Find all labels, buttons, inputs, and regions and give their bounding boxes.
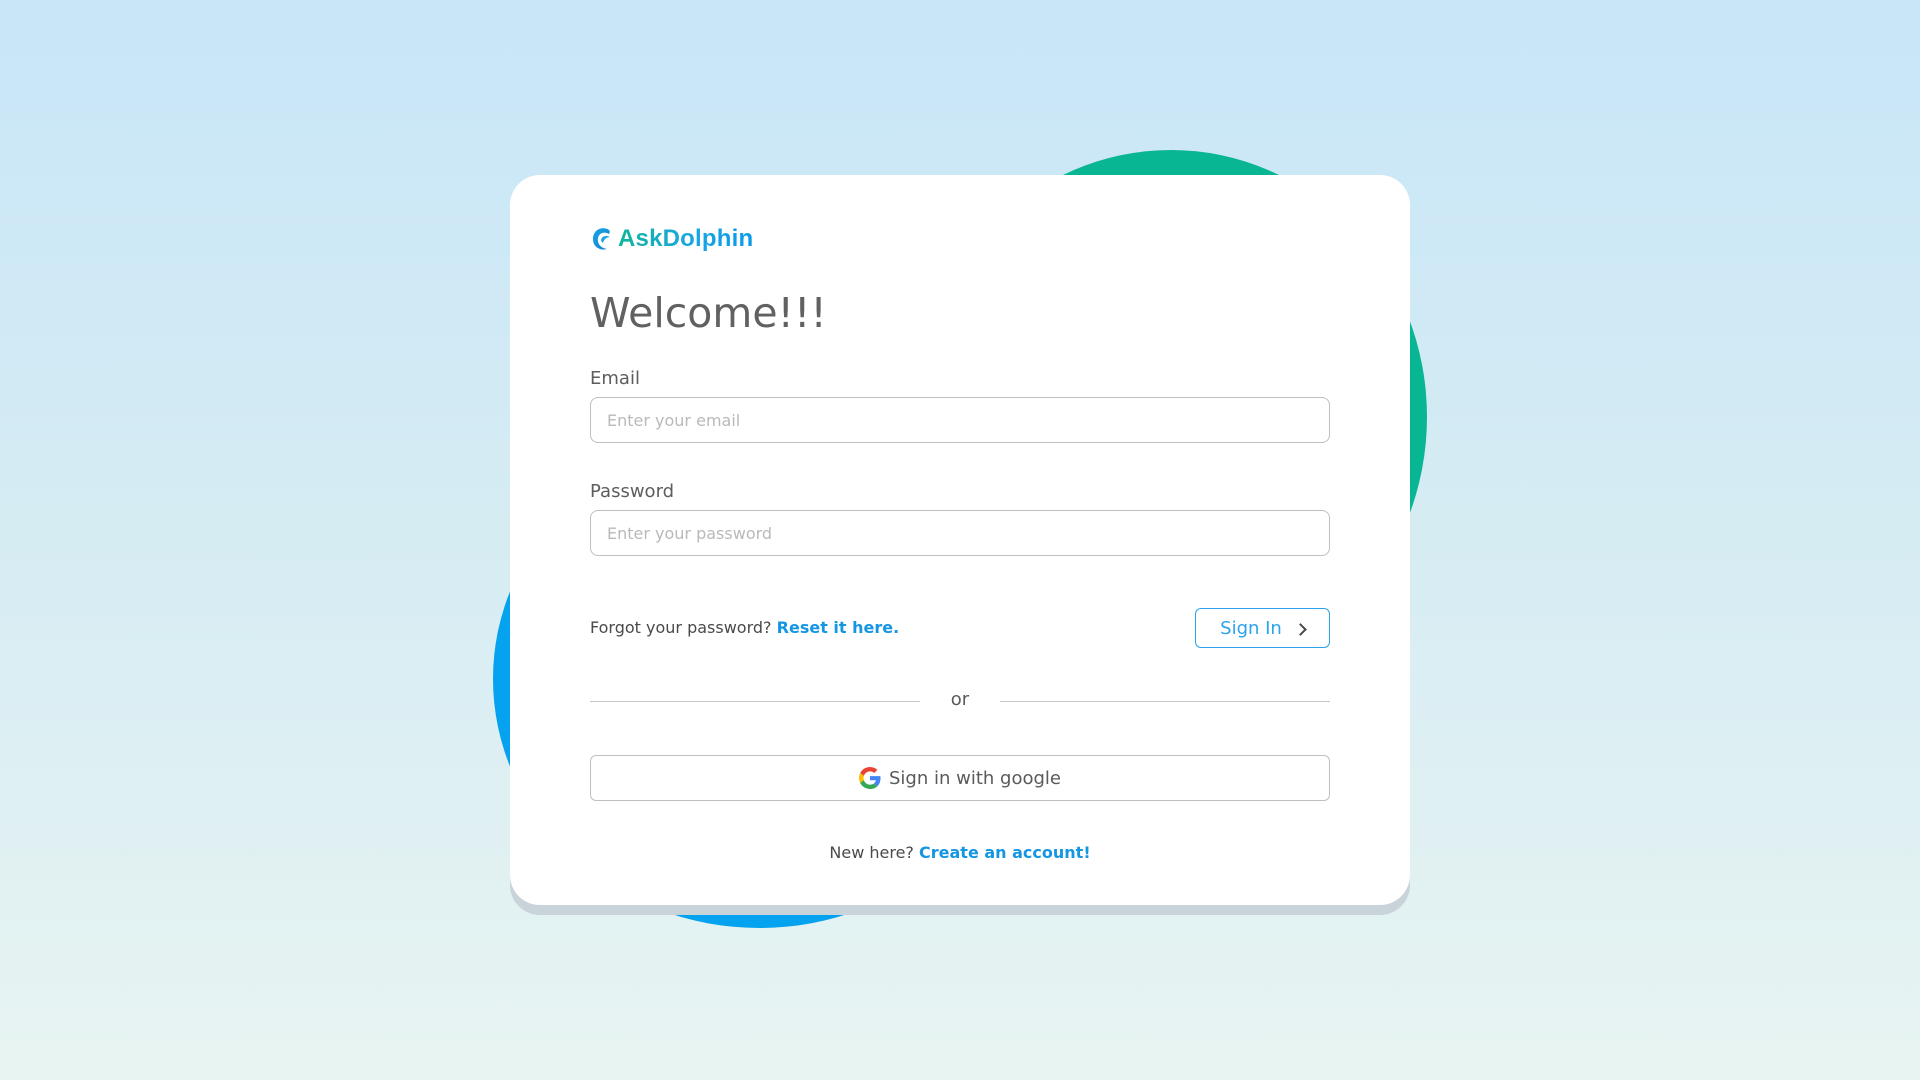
divider-line-right — [1000, 701, 1330, 702]
sign-in-label: Sign In — [1220, 617, 1282, 639]
sign-in-button[interactable]: Sign In — [1195, 608, 1330, 648]
new-here-text: New here? — [829, 843, 914, 862]
reset-password-link[interactable]: Reset it here. — [777, 618, 900, 637]
new-here-row: New here? Create an account! — [510, 843, 1410, 862]
brand-name: AskDolphin — [618, 225, 754, 252]
dolphin-wave-icon — [590, 225, 614, 253]
chevron-right-icon — [1293, 622, 1307, 636]
divider-or: or — [950, 689, 970, 710]
google-icon — [859, 767, 881, 789]
divider-line-left — [590, 701, 920, 702]
brand-logo: AskDolphin — [590, 215, 753, 263]
google-sign-in-button[interactable]: Sign in with google — [590, 755, 1330, 801]
email-label: Email — [590, 368, 640, 389]
password-label: Password — [590, 481, 675, 502]
google-sign-in-label: Sign in with google — [889, 767, 1061, 789]
create-account-link[interactable]: Create an account! — [919, 843, 1091, 862]
email-input[interactable] — [590, 397, 1330, 443]
forgot-password-text: Forgot your password? — [590, 618, 772, 637]
password-input[interactable] — [590, 510, 1330, 556]
page-title: Welcome!!! — [590, 289, 827, 337]
forgot-password-row: Forgot your password? Reset it here. — [590, 618, 899, 637]
login-card: AskDolphin Welcome!!! Email Password For… — [510, 175, 1410, 905]
